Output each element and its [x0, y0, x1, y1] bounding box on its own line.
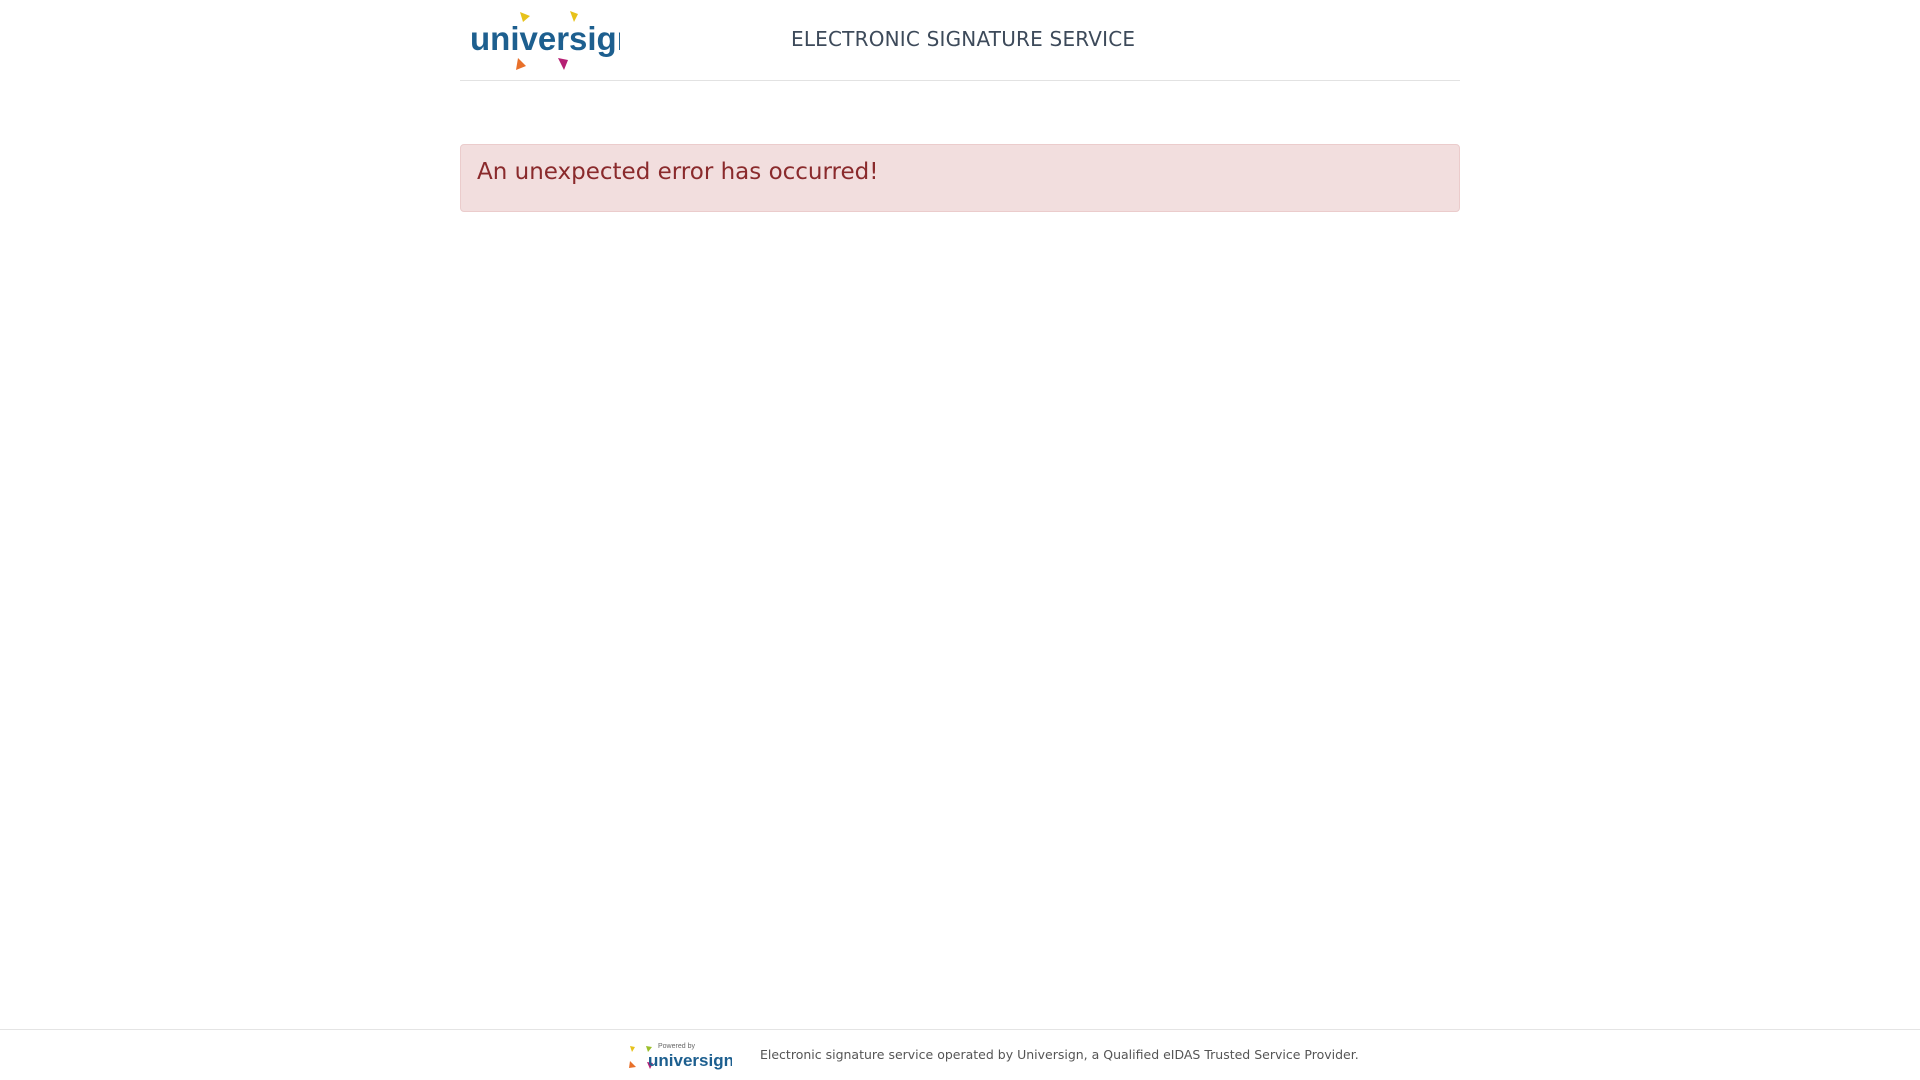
logo-text: universign — [470, 20, 620, 57]
footer-logo-powered-by: Powered by — [658, 1043, 695, 1050]
main-container: universign ELECTRONIC SIGNATURE SERVICE … — [460, 0, 1460, 212]
page-title: ELECTRONIC SIGNATURE SERVICE — [791, 27, 1136, 51]
footer: Powered by universign Electronic signatu… — [0, 1029, 1920, 1080]
footer-logo-text: universign — [648, 1051, 732, 1070]
error-message: An unexpected error has occurred! — [477, 159, 879, 185]
page: universign ELECTRONIC SIGNATURE SERVICE … — [0, 0, 1920, 1080]
footer-arrow-orange-icon — [629, 1061, 636, 1068]
logo-arrow-orange-icon — [516, 58, 526, 70]
footer-description: Electronic signature service operated by… — [760, 1047, 1359, 1062]
error-alert: An unexpected error has occurred! — [460, 144, 1460, 212]
logo-arrow-magenta-icon — [558, 58, 568, 70]
powered-by-universign-logo[interactable]: Powered by universign — [628, 1041, 732, 1071]
footer-arrow-yellow-icon — [630, 1046, 635, 1052]
header: universign ELECTRONIC SIGNATURE SERVICE — [460, 0, 1460, 81]
universign-logo[interactable]: universign — [470, 8, 620, 72]
